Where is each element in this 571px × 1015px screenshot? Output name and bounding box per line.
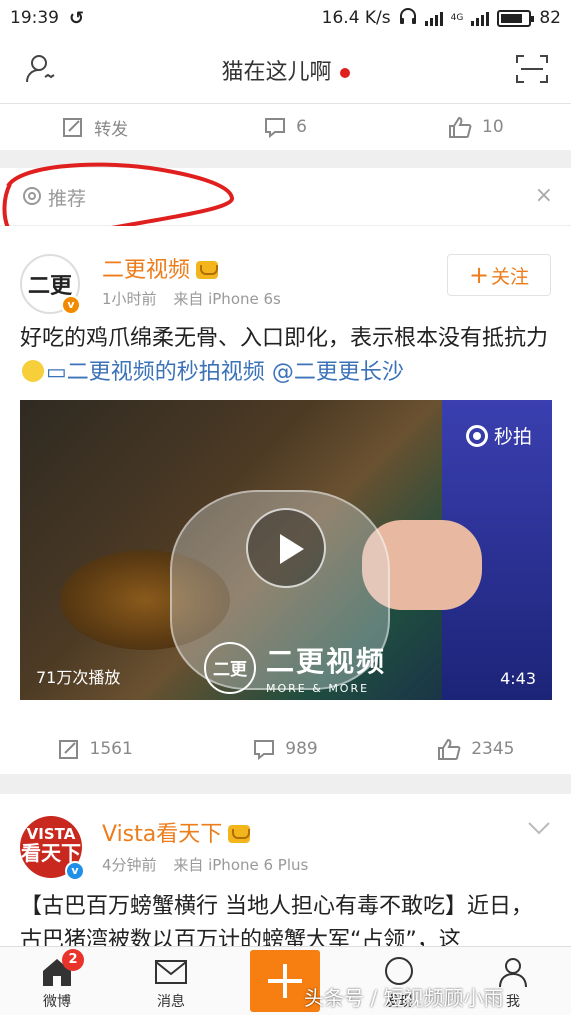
like-count: 2345 [471,739,515,759]
play-count: 71万次播放 [36,668,121,687]
video-link-icon: ▭ [46,360,67,385]
verified-badge-icon: v [61,295,81,315]
battery-level: 82 [539,8,561,28]
comment-count: 989 [285,739,318,759]
post-text: 好吃的鸡爪绵柔无骨、入口即化，表示根本没有抵抗力 ▭二更视频的秒拍视频 @二更更长… [20,322,551,390]
source-watermark: 头条号 / 短视频顾小雨 [304,986,504,1010]
comment-count: 6 [296,117,307,137]
mention-link[interactable]: @二更更长沙 [272,360,404,385]
unread-dot [339,68,350,78]
post-text: 【古巴百万螃蟹横行 当地人担心有毒不敢吃】近日，古巴猪湾被数以百万计的螃蟹大军“… [20,894,533,953]
post-meta: 1小时前 来自 iPhone 6s [102,288,281,309]
comment-button[interactable]: 989 [190,724,380,774]
watermark-subtitle: MORE & MORE [266,682,370,695]
post1-action-bar: 1561 989 2345 [0,724,571,774]
signal-2-icon [471,10,490,26]
prev-post-action-bar: 转发 6 10 [0,104,571,150]
plus-icon: + [468,261,490,289]
page-title-text: 猫在这儿啊 [221,60,332,85]
vip-crown-icon [196,261,219,279]
post-body: 好吃的鸡爪绵柔无骨、入口即化，表示根本没有抵抗力 [20,326,549,351]
recommend-label: 推荐 [48,188,87,210]
battery-icon [497,9,535,27]
comment-button[interactable]: 6 [190,104,380,150]
status-bar: 19:39 ↺ 16.4 K/s 4G 82 [0,0,571,36]
comment-icon [265,118,286,138]
miaopai-text: 秒拍 [493,426,532,448]
like-count: 10 [482,117,504,137]
headphones-icon [399,7,417,30]
top-nav-bar: 猫在这儿啊 [0,36,571,104]
video-player[interactable]: 秒拍 二更 二更视频 MORE & MORE 71万次播放 4:43 [20,400,552,700]
post-card-1: 二更 v 二更视频 1小时前 来自 iPhone 6s + 关注 好吃的鸡爪绵柔无… [0,226,571,774]
tab-home-label: 微博 [43,994,71,1010]
recommend-header: 推荐 × [0,168,571,226]
watermark-logo: 二更 [204,641,256,694]
post-card-2: VISTA 看天下 v Vista看天下 4分钟前 来自 iPhone 6 Pl… [0,794,571,954]
tab-messages[interactable]: 消息 [114,947,228,1015]
vip-crown-icon [228,825,251,843]
status-time: 19:39 [10,8,59,28]
post-time: 4分钟前 [102,856,157,874]
avatar[interactable]: 二更 v [20,254,81,315]
follow-button[interactable]: + 关注 [447,254,551,296]
post-time: 1小时前 [102,290,157,308]
like-button[interactable]: 10 [381,104,571,150]
like-icon [449,116,472,138]
author-name[interactable]: Vista看天下 [102,816,251,848]
grin-emoji-icon [22,360,44,382]
avatar[interactable]: VISTA 看天下 v [20,816,85,881]
video-duration: 4:43 [500,669,536,688]
repost-label: 转发 [94,119,129,140]
tab-messages-label: 消息 [157,994,185,1010]
repost-button[interactable]: 转发 [0,104,190,150]
post-source: 来自 iPhone 6s [173,290,281,308]
post-source: 来自 iPhone 6 Plus [173,856,309,874]
app-notification-icon: ↺ [69,7,85,29]
camera-icon [465,424,488,447]
miaopai-logo: 秒拍 [465,422,532,449]
author-name[interactable]: 二更视频 [102,252,219,284]
network-type: 4G [450,13,464,23]
like-icon [438,738,461,760]
unread-badge: 2 [62,949,84,971]
page-title[interactable]: 猫在这儿啊 [0,54,571,86]
home-icon: 2 [40,949,84,989]
repost-icon [63,118,83,137]
author-name-text: Vista看天下 [102,822,223,847]
play-button[interactable] [246,508,326,588]
network-speed: 16.4 K/s [321,8,391,28]
repost-count: 1561 [89,739,133,759]
mail-icon [154,955,188,989]
scan-icon[interactable] [515,54,549,88]
chevron-down-icon[interactable] [527,820,551,839]
post-meta: 4分钟前 来自 iPhone 6 Plus [102,854,308,875]
comment-icon [254,740,275,760]
tab-home[interactable]: 2 微博 [0,947,114,1015]
author-name-text: 二更视频 [102,258,191,283]
watermark-title: 二更视频 [266,645,387,678]
video-watermark: 二更 二更视频 MORE & MORE [204,640,386,695]
verified-badge-icon: v [65,861,85,881]
recommend-icon [22,186,42,210]
close-recommend-button[interactable]: × [535,183,553,208]
follow-label: 关注 [491,265,530,288]
repost-icon [58,740,78,759]
signal-icon [424,10,443,26]
repost-button[interactable]: 1561 [0,724,190,774]
like-button[interactable]: 2345 [381,724,571,774]
video-link[interactable]: 二更视频的秒拍视频 [67,360,265,385]
